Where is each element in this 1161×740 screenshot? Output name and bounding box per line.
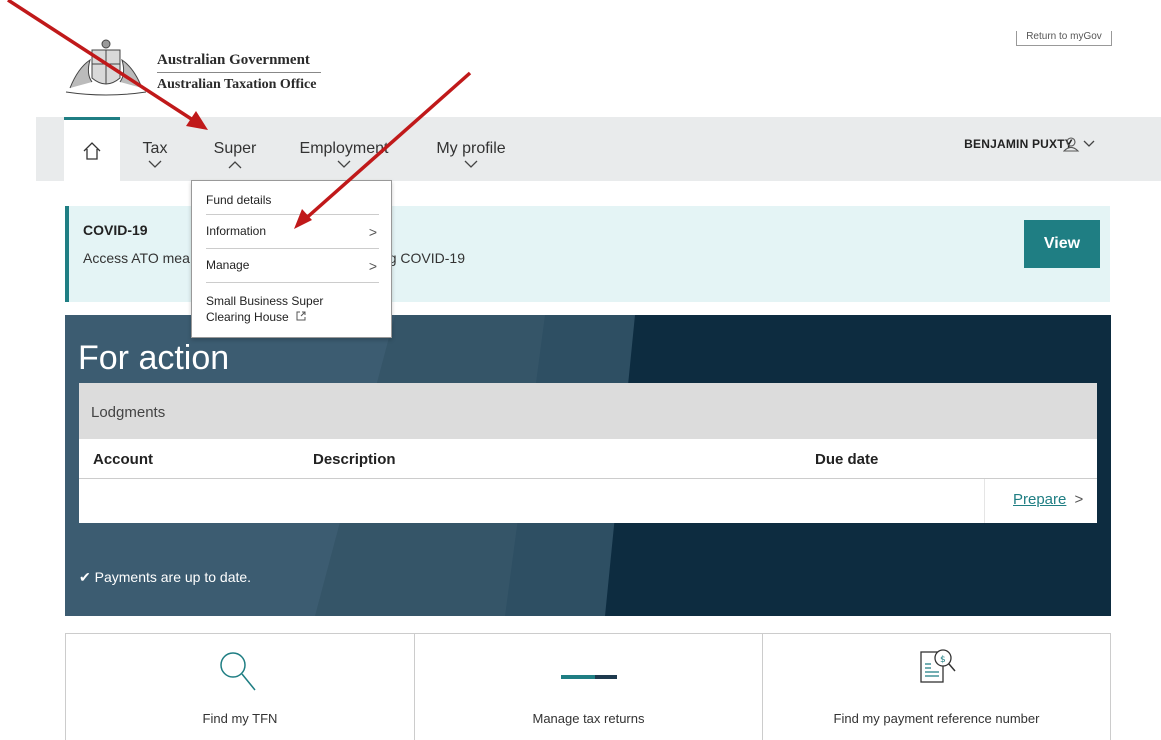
for-action-title: For action [78,339,230,377]
tile-manage-tax-returns[interactable]: Manage tax returns [415,634,763,740]
menu-item-fund-details[interactable]: Fund details [206,193,379,207]
lodgments-header: Lodgments [79,383,1097,439]
prepare-link[interactable]: Prepare > [984,479,1097,523]
menu-item-small-business-clearing-house[interactable]: Small Business Super Clearing House [206,293,356,325]
payments-status-text: Payments are up to date. [94,569,252,585]
nav-tab-label: Employment [299,140,389,157]
tile-label: Find my payment reference number [833,711,1040,726]
main-navigation: Tax Super Employment My profile BENJAMIN… [36,117,1161,181]
nav-tab-my-profile[interactable]: My profile [426,140,516,169]
for-action-panel: For action Lodgments Account Description… [65,315,1111,616]
agency-name: Australian Government Australian Taxatio… [157,50,321,95]
column-header-description: Description [313,451,396,468]
lodgments-table: Lodgments Account Description Due date P… [79,383,1097,523]
chevron-down-icon [464,160,478,168]
chevron-down-icon [337,160,351,168]
coat-of-arms-logo [65,39,147,96]
progress-bar-icon [561,675,617,679]
menu-item-label: Information [206,224,267,238]
payments-status: ✔ Payments are up to date. [79,569,251,586]
chevron-right-icon: > [368,258,377,274]
chevron-right-icon: > [1074,491,1084,508]
menu-item-label: Fund details [206,193,272,207]
nav-tab-label: My profile [436,140,506,157]
nav-tab-label: Tax [142,140,168,157]
view-button[interactable]: View [1024,220,1100,268]
covid-text-start: Access ATO mea [83,250,190,266]
quick-links: Find my TFN Manage tax returns $ Find my… [65,633,1111,740]
menu-item-information[interactable]: Information > [206,224,379,240]
user-icon[interactable] [1063,136,1097,152]
table-divider [79,478,1097,479]
nav-tab-tax[interactable]: Tax [120,140,190,169]
chevron-right-icon: > [368,224,377,240]
user-menu-name[interactable]: BENJAMIN PUXTY [964,137,1073,151]
menu-divider [206,248,379,249]
prepare-label: Prepare [1013,491,1067,508]
nav-tab-label: Super [213,140,257,157]
search-icon [220,652,256,691]
menu-divider [206,282,379,283]
tile-label: Find my TFN [202,711,278,726]
checkmark-icon: ✔ [79,569,91,585]
return-to-mygov-button[interactable]: Return to myGov [1016,31,1112,46]
agency-title: Australian Taxation Office [157,77,317,92]
nav-tab-super[interactable]: Super [200,140,270,169]
menu-item-label: Manage [206,258,250,272]
menu-divider [206,214,379,215]
document-search-icon: $ [920,649,956,683]
chevron-down-icon [148,160,162,168]
nav-tab-employment[interactable]: Employment [292,140,396,169]
column-header-due-date: Due date [815,451,879,468]
column-header-account: Account [93,451,153,468]
tile-find-my-tfn[interactable]: Find my TFN [66,634,415,740]
svg-text:$: $ [940,655,946,665]
external-link-icon [296,311,306,321]
tile-find-payment-reference[interactable]: $ Find my payment reference number [763,634,1110,740]
government-title: Australian Government [157,50,321,73]
home-icon [83,142,101,160]
home-tab[interactable] [64,117,120,181]
super-dropdown-menu: Fund details Information > Manage > Smal… [191,180,392,338]
covid-title: COVID-19 [83,222,148,238]
tile-label: Manage tax returns [532,711,645,726]
menu-item-manage[interactable]: Manage > [206,258,379,274]
chevron-up-icon [228,161,242,169]
